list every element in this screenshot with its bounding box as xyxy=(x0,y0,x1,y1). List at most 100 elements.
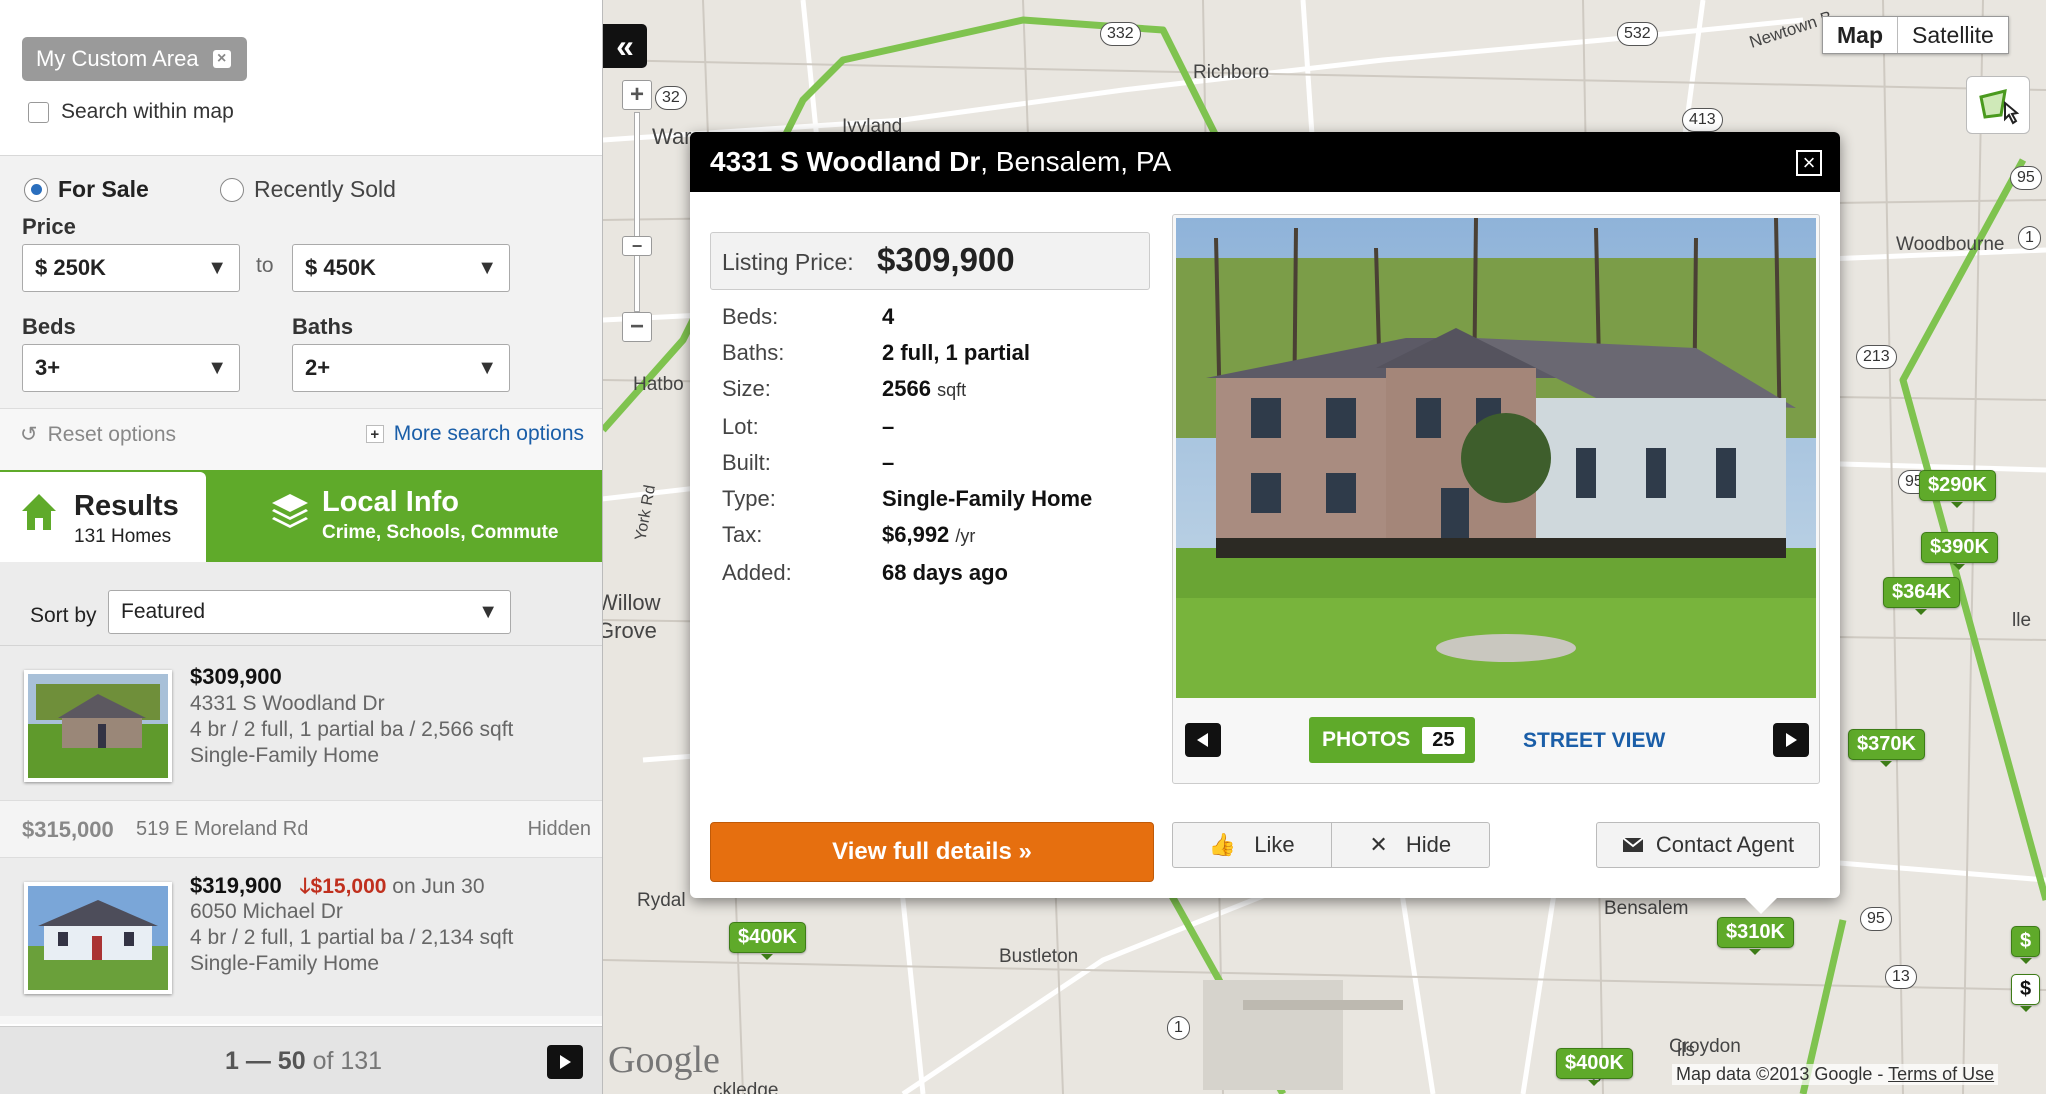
listing-address: 519 E Moreland Rd xyxy=(136,818,309,840)
custom-area-label: My Custom Area xyxy=(36,46,199,71)
fact-row: Type: Single-Family Home xyxy=(722,486,1142,522)
map-type-map-button[interactable]: Map xyxy=(1823,17,1898,53)
price-pin[interactable]: $290K xyxy=(1919,470,1996,508)
listing-details: 4 br / 2 full, 1 partial ba / 2,134 sqft xyxy=(190,926,514,949)
zoom-slider-track[interactable] xyxy=(634,112,640,312)
place-label: Bensalem xyxy=(1604,898,1689,919)
draw-area-button[interactable] xyxy=(1966,76,2030,134)
price-min-select[interactable]: $ 250K ▼ xyxy=(22,244,240,292)
listing-photo[interactable] xyxy=(1176,218,1816,698)
pager-range: 1 — 50 xyxy=(225,1047,306,1075)
search-within-map-checkbox[interactable] xyxy=(28,101,49,123)
list-item-hidden[interactable]: $315,000 519 E Moreland Rd Hidden xyxy=(0,800,602,858)
search-within-map-toggle[interactable]: Search within map xyxy=(28,100,234,124)
price-pin[interactable]: $400K xyxy=(1556,1048,1633,1086)
fact-key: Built: xyxy=(722,450,771,475)
photos-button[interactable]: PHOTOS 25 xyxy=(1309,717,1475,763)
price-pin[interactable]: $390K xyxy=(1921,532,1998,570)
double-chevron-left-icon: « xyxy=(616,27,634,64)
remove-area-icon[interactable]: × xyxy=(212,50,231,68)
map-data-text: Map data ©2013 Google - xyxy=(1676,1064,1884,1084)
more-search-options-link[interactable]: + More search options xyxy=(365,422,584,446)
popup-pointer xyxy=(1745,898,1777,914)
route-shield: 332 xyxy=(1100,22,1141,46)
home-icon xyxy=(22,494,56,530)
fact-row: Beds: 4 xyxy=(722,304,1142,340)
collapse-sidebar-button[interactable]: « xyxy=(603,24,647,68)
radio-unselected-icon[interactable] xyxy=(220,177,244,202)
price-pin[interactable]: $400K xyxy=(729,922,806,960)
tab-results-count: 131 Homes xyxy=(74,526,172,547)
zoom-slider-handle[interactable]: − xyxy=(622,236,652,256)
view-full-details-button[interactable]: View full details » xyxy=(710,822,1154,882)
fact-key: Lot: xyxy=(722,414,759,439)
route-shield: 13 xyxy=(1885,965,1917,989)
street-view-link[interactable]: STREET VIEW xyxy=(1523,729,1665,753)
next-page-button[interactable] xyxy=(547,1045,583,1079)
price-max-select[interactable]: $ 450K ▼ xyxy=(292,244,510,292)
fact-key: Type: xyxy=(722,486,776,511)
baths-select[interactable]: 2+ ▼ xyxy=(292,344,510,392)
route-shield: 1 xyxy=(1167,1016,1190,1040)
place-label: Hatbo xyxy=(633,374,684,395)
plus-icon: + xyxy=(365,425,384,443)
dropdown-arrow-icon: ▼ xyxy=(207,257,227,279)
fact-unit: sqft xyxy=(937,380,967,400)
fact-value: 2566 xyxy=(882,376,931,401)
dropdown-arrow-icon: ▼ xyxy=(477,357,497,379)
reset-options-link[interactable]: ↺ Reset options xyxy=(20,422,176,447)
fact-key: Beds: xyxy=(722,304,779,329)
tab-results[interactable]: Results 131 Homes xyxy=(0,472,206,562)
place-label: ckledge xyxy=(713,1080,779,1094)
pagination: 1 — 50 of 131 xyxy=(0,1026,602,1094)
recently-sold-radio[interactable]: Recently Sold xyxy=(220,176,396,203)
popup-title: 4331 S Woodland Dr, Bensalem, PA xyxy=(710,146,1171,178)
next-photo-button[interactable] xyxy=(1773,723,1809,757)
contact-agent-button[interactable]: Contact Agent xyxy=(1596,822,1820,868)
listing-popup: 4331 S Woodland Dr, Bensalem, PA × Listi… xyxy=(690,132,1840,898)
fact-key: Tax: xyxy=(722,522,763,547)
fact-value: 68 days ago xyxy=(882,560,1008,585)
beds-select[interactable]: 3+ ▼ xyxy=(22,344,240,392)
zoom-out-button[interactable]: − xyxy=(622,312,652,342)
zoom-in-button[interactable]: + xyxy=(622,80,652,110)
close-icon: ✕ xyxy=(1369,832,1388,857)
sort-value: Featured xyxy=(121,600,206,623)
route-shield: 1 xyxy=(2018,226,2041,250)
like-label: Like xyxy=(1254,832,1295,857)
list-item[interactable]: $319,900 🡓$15,000 on Jun 30 6050 Michael… xyxy=(0,858,602,1016)
listing-thumbnail[interactable] xyxy=(24,670,172,782)
map-type-satellite-button[interactable]: Satellite xyxy=(1898,17,2008,53)
route-shield: 95 xyxy=(2010,166,2042,190)
photos-label: PHOTOS xyxy=(1322,728,1411,751)
for-sale-label: For Sale xyxy=(58,176,149,202)
price-drop-date: on Jun 30 xyxy=(392,875,485,898)
custom-area-chip[interactable]: My Custom Area × xyxy=(22,37,247,81)
hide-button[interactable]: ✕ Hide xyxy=(1332,823,1490,867)
map-type-control: Map Satellite xyxy=(1822,16,2009,54)
price-pin[interactable]: $364K xyxy=(1883,577,1960,615)
previous-photo-button[interactable] xyxy=(1185,723,1221,757)
for-sale-radio[interactable]: For Sale xyxy=(24,176,149,203)
terms-of-use-link[interactable]: Terms of Use xyxy=(1888,1064,1994,1084)
close-icon[interactable]: × xyxy=(1796,150,1822,176)
price-drop-amount: $15,000 xyxy=(310,875,387,898)
route-shield: 413 xyxy=(1682,108,1723,132)
popup-header: 4331 S Woodland Dr, Bensalem, PA × xyxy=(690,132,1840,192)
popup-city: , Bensalem, PA xyxy=(980,146,1172,177)
like-button[interactable]: 👍 Like xyxy=(1173,823,1332,867)
listing-details: 4 br / 2 full, 1 partial ba / 2,566 sqft xyxy=(190,718,514,741)
listing-type: Single-Family Home xyxy=(190,952,380,975)
fact-value: Single-Family Home xyxy=(882,486,1093,511)
map-attribution: Map data ©2013 Google - Terms of Use xyxy=(1672,1064,1999,1085)
price-pin[interactable]: $370K xyxy=(1848,729,1925,767)
sort-select[interactable]: Featured ▼ xyxy=(108,590,511,634)
radio-selected-icon[interactable] xyxy=(24,177,48,202)
list-item[interactable]: $309,900 4331 S Woodland Dr 4 br / 2 ful… xyxy=(0,646,602,800)
price-pin[interactable]: $ xyxy=(2011,926,2041,964)
price-pin[interactable]: $310K xyxy=(1717,917,1794,955)
fact-row: Baths: 2 full, 1 partial xyxy=(722,340,1142,376)
price-pin[interactable]: $ xyxy=(2011,974,2041,1012)
contact-agent-label: Contact Agent xyxy=(1655,832,1795,857)
listing-thumbnail[interactable] xyxy=(24,882,172,994)
